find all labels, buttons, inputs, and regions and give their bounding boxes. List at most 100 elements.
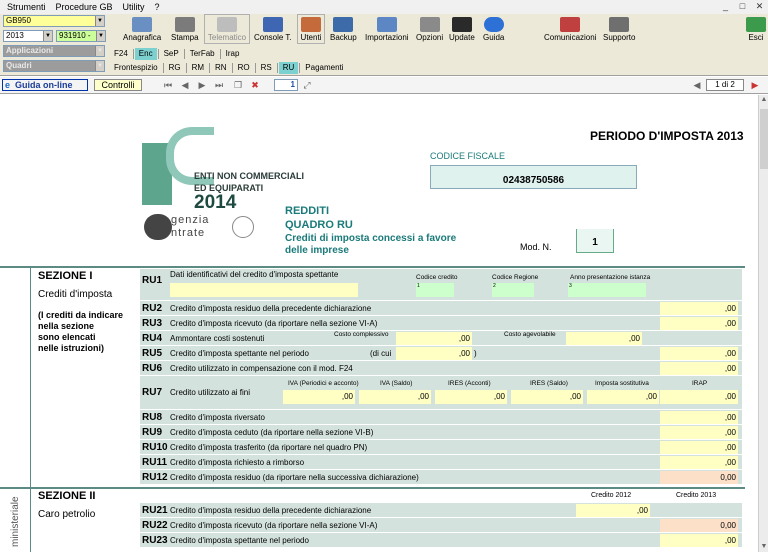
tab-enc[interactable]: Enc (134, 47, 157, 60)
minimize-button[interactable]: _ (717, 0, 734, 13)
importazioni-button[interactable]: Importazioni (364, 14, 410, 44)
menu-utility[interactable]: Utility (118, 2, 150, 12)
page-count: 1 di 2 (706, 79, 744, 91)
row-ru9: RU9 Credito d'imposta ceduto (da riportar… (140, 425, 742, 440)
update-icon (451, 17, 472, 32)
ru7-ires-saldo-field[interactable]: ,00 (511, 390, 583, 404)
update-button[interactable]: Update (448, 14, 476, 44)
ru21-credito-2012-field[interactable]: ,00 (576, 504, 650, 517)
ru1-codice-regione-field[interactable]: 2 (492, 283, 534, 297)
ru7-ires-acconti-field[interactable]: ,00 (435, 390, 507, 404)
toolbar-area: GB950 ▼ 2013 ▼ 931910 - ▼ Applicazioni ▼ Qua… (0, 14, 768, 76)
logo-year: 2014 (194, 192, 237, 213)
id-card-icon (132, 17, 153, 32)
ru4-costo-complessivo-field[interactable]: ,00 (396, 332, 472, 345)
sezione-2-subtitle: Caro petrolio (38, 509, 96, 520)
code-select[interactable]: 931910 - ▼ (56, 30, 106, 42)
chevron-down-icon: ▼ (96, 31, 105, 41)
controlli-button[interactable]: Controlli (94, 79, 142, 91)
ru3-value-field[interactable]: ,00 (660, 317, 738, 330)
tab-terfab[interactable]: TerFab (186, 48, 219, 60)
comunicazioni-button[interactable]: Comunicazioni (543, 14, 597, 44)
new-page-icon[interactable]: ❐ (233, 80, 243, 90)
backup-button[interactable]: Backup (329, 14, 358, 44)
quadro-desc-2: delle imprese (285, 245, 349, 256)
last-page-icon[interactable]: ⏭ (214, 80, 224, 90)
delete-page-icon[interactable]: ✖ (250, 80, 260, 90)
printer-icon (174, 17, 195, 32)
mod-number-field[interactable]: 1 (576, 229, 614, 253)
quadri-select[interactable]: Quadri ▼ (3, 60, 105, 72)
ru1-anno-field[interactable]: 3 (568, 283, 646, 297)
applicazioni-select[interactable]: Applicazioni ▼ (3, 45, 105, 57)
import-icon (376, 17, 397, 32)
esci-button[interactable]: Esci (745, 14, 767, 44)
ru22-credito-2013-field[interactable]: 0,00 (660, 519, 738, 532)
module-tabs: F24 Enc SeP TerFab Irap (110, 47, 243, 60)
ru11-value-field[interactable]: ,00 (660, 456, 738, 469)
ru5-di-cui-field[interactable]: ,00 (396, 347, 472, 360)
ru23-credito-2013-field[interactable]: ,00 (660, 534, 738, 547)
anagrafica-button[interactable]: Anagrafica (122, 14, 162, 44)
console-button[interactable]: Console T. (253, 14, 293, 44)
ru10-value-field[interactable]: ,00 (660, 441, 738, 454)
ru7-imposta-sostitutiva-field[interactable]: ,00 (587, 390, 659, 404)
ru9-value-field[interactable]: ,00 (660, 426, 738, 439)
vertical-scrollbar[interactable]: ▲ ▼ (758, 95, 768, 552)
scrollbar-thumb[interactable] (760, 109, 768, 169)
ru2-value-field[interactable]: ,00 (660, 302, 738, 315)
tab-ro[interactable]: RO (234, 62, 254, 74)
guida-online-button[interactable]: e Guida on-line (2, 79, 88, 91)
scroll-down-icon[interactable]: ▼ (759, 542, 768, 552)
ru8-value-field[interactable]: ,00 (660, 411, 738, 424)
menu-procedure-gb[interactable]: Procedure GB (51, 2, 118, 12)
ru4-costo-agevolabile-field[interactable]: ,00 (566, 332, 642, 345)
ru5-value-field[interactable]: ,00 (660, 347, 738, 360)
ru7-iva-periodici-field[interactable]: ,00 (283, 390, 355, 404)
ru7-irap-field[interactable]: ,00 (660, 390, 738, 404)
ru1-descrizione-field[interactable] (170, 283, 358, 297)
tab-rn[interactable]: RN (211, 62, 231, 74)
agenzia-text: genzia (171, 214, 210, 226)
next-page-icon[interactable]: ▶ (197, 80, 207, 90)
utenti-button[interactable]: Utenti (297, 14, 325, 44)
page-number-input[interactable]: 1 (274, 79, 298, 91)
tab-f24[interactable]: F24 (110, 48, 132, 60)
quadro-tabs: Frontespizio RG RM RN RO RS RU Pagamenti (110, 61, 348, 74)
guida-button[interactable]: Guida (482, 14, 505, 44)
first-page-icon[interactable]: ⏮ (163, 80, 173, 90)
tab-ru[interactable]: RU (278, 61, 299, 74)
row-ru1: RU1 Dati identificativi del credito d'im… (140, 269, 742, 301)
prev-page-icon[interactable]: ◀ (180, 80, 190, 90)
stampa-button[interactable]: Stampa (170, 14, 200, 44)
sezione-1-subtitle: Crediti d'imposta (38, 289, 113, 300)
supporto-button[interactable]: Supporto (602, 14, 636, 44)
tab-frontespizio[interactable]: Frontespizio (110, 62, 162, 74)
opzioni-button[interactable]: Opzioni (415, 14, 444, 44)
ru7-iva-saldo-field[interactable]: ,00 (359, 390, 431, 404)
help-icon (483, 17, 504, 32)
row-ru8: RU8 Credito d'imposta riversato ,00 (140, 410, 742, 425)
goto-page-icon[interactable]: ⤢ (302, 80, 312, 90)
close-button[interactable]: ✕ (751, 0, 768, 13)
next-module-icon[interactable]: ▶ (750, 80, 760, 90)
codice-fiscale-field[interactable]: 02438750586 (430, 165, 637, 189)
scroll-up-icon[interactable]: ▲ (759, 95, 768, 105)
tab-rm[interactable]: RM (188, 62, 208, 74)
tab-irap[interactable]: Irap (222, 48, 244, 60)
year-select[interactable]: 2013 ▼ (3, 30, 53, 42)
redditi-title: REDDITI (285, 205, 329, 217)
menu-strumenti[interactable]: Strumenti (2, 2, 51, 12)
firm-select[interactable]: GB950 ▼ (3, 15, 105, 27)
tab-sep[interactable]: SeP (160, 48, 183, 60)
ru6-value-field[interactable]: ,00 (660, 362, 738, 375)
menu-help[interactable]: ? (150, 2, 165, 12)
tab-rg[interactable]: RG (165, 62, 185, 74)
tab-rs[interactable]: RS (257, 62, 276, 74)
maximize-button[interactable]: □ (734, 0, 751, 13)
agenzia-entrate-logo-icon (144, 214, 172, 240)
prev-module-icon[interactable]: ◀ (692, 80, 702, 90)
tab-pagamenti[interactable]: Pagamenti (301, 62, 347, 74)
ru1-codice-credito-field[interactable]: 1 (416, 283, 454, 297)
telematico-button[interactable]: Telematico (204, 14, 250, 44)
